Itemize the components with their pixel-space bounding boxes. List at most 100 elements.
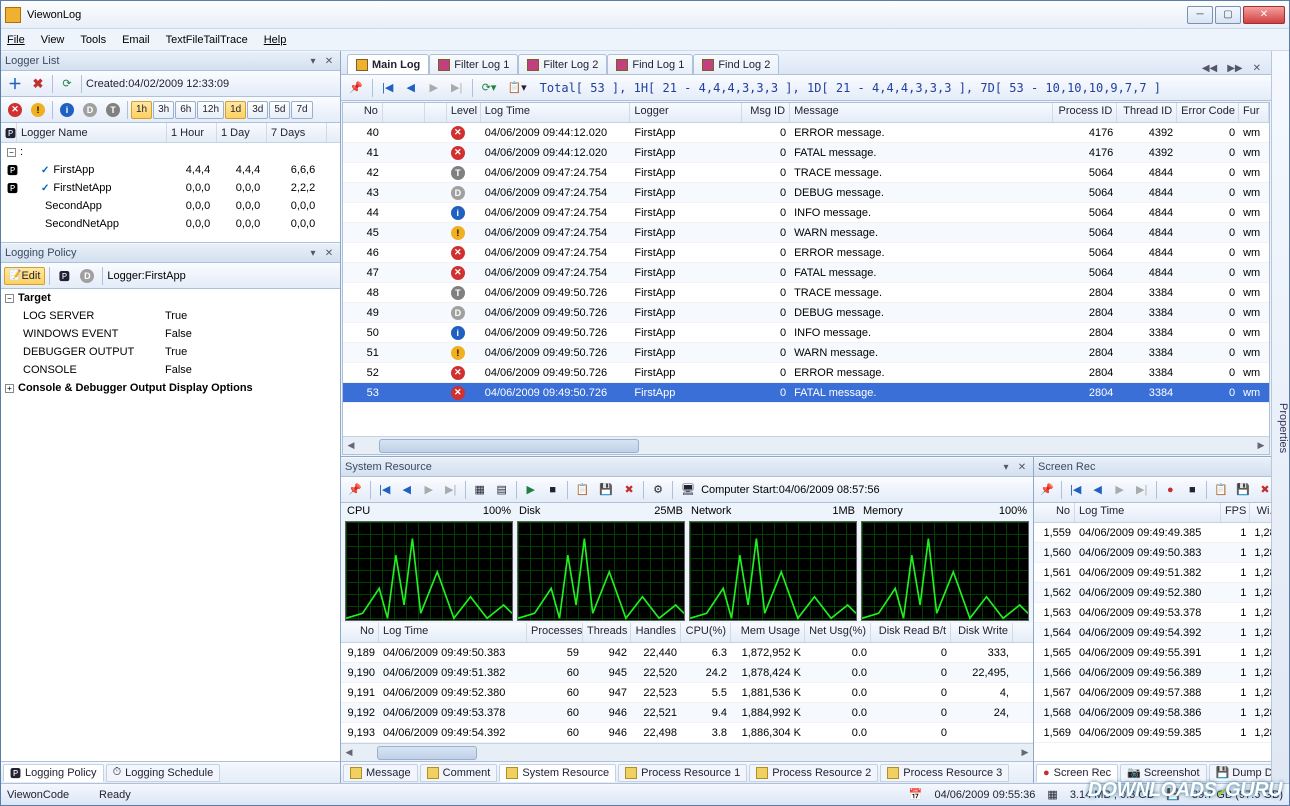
screenrec-tab[interactable]: ● Screen Rec: [1036, 764, 1118, 782]
log-row[interactable]: 40✕04/06/2009 09:44:12.020FirstApp0ERROR…: [343, 123, 1269, 143]
sysres-tab[interactable]: System Resource: [499, 764, 616, 782]
filter-warn-icon[interactable]: !: [27, 100, 49, 120]
log-row[interactable]: 53✕04/06/2009 09:49:50.726FirstApp0FATAL…: [343, 383, 1269, 403]
menu-tools[interactable]: Tools: [80, 34, 106, 46]
tab-logging-schedule[interactable]: ⏱Logging Schedule: [106, 764, 221, 782]
nav-last-icon[interactable]: ▶|: [441, 480, 461, 500]
col-no[interactable]: No: [343, 103, 383, 122]
time-pill-7d[interactable]: 7d: [291, 101, 312, 119]
refresh-icon[interactable]: ⟳▾: [478, 78, 501, 98]
nav-last-icon[interactable]: ▶|: [1132, 480, 1152, 500]
col-1hour[interactable]: 1 Hour: [167, 123, 217, 142]
log-row[interactable]: 42T04/06/2009 09:47:24.754FirstApp0TRACE…: [343, 163, 1269, 183]
screenrec-row[interactable]: 1,56904/06/2009 09:49:59.38511,280720: [1034, 723, 1271, 743]
screenrec-row[interactable]: 1,56204/06/2009 09:49:52.38011,280720: [1034, 583, 1271, 603]
panel-close-icon[interactable]: ✕: [322, 54, 336, 68]
menu-file[interactable]: File: [7, 34, 25, 46]
menu-help[interactable]: Help: [264, 34, 287, 46]
col-7days[interactable]: 7 Days: [267, 123, 327, 142]
tab-nav-left-icon[interactable]: ◀◀: [1198, 63, 1221, 74]
nav-first-icon[interactable]: |◀: [1066, 480, 1086, 500]
policy-target-header[interactable]: − Target: [1, 289, 340, 307]
time-pill-5d[interactable]: 5d: [269, 101, 290, 119]
logger-row[interactable]: SecondNetApp0,0,00,0,00,0,0: [1, 215, 340, 233]
policy-row[interactable]: LOG SERVERTrue: [1, 307, 340, 325]
settings-icon[interactable]: ⚙: [648, 480, 668, 500]
nav-last-icon[interactable]: ▶|: [447, 78, 467, 98]
nav-first-icon[interactable]: |◀: [375, 480, 395, 500]
log-row[interactable]: 47✕04/06/2009 09:47:24.754FirstApp0FATAL…: [343, 263, 1269, 283]
screenrec-row[interactable]: 1,55904/06/2009 09:49:49.38511,280720: [1034, 523, 1271, 543]
copy-icon[interactable]: 📋: [572, 480, 594, 500]
save-icon[interactable]: 💾: [595, 480, 617, 500]
pin-icon[interactable]: ▾: [306, 246, 320, 260]
logger-row[interactable]: 🅿✓FirstNetApp0,0,00,0,02,2,2: [1, 179, 340, 197]
sysres-tab[interactable]: Process Resource 2: [749, 764, 878, 782]
refresh-button[interactable]: ⟳: [57, 74, 77, 94]
col-logtime[interactable]: Log Time: [481, 103, 631, 122]
nav-first-icon[interactable]: |◀: [378, 78, 398, 98]
col-1day[interactable]: 1 Day: [217, 123, 267, 142]
logger-row[interactable]: SecondApp0,0,00,0,00,0,0: [1, 197, 340, 215]
sysres-tab[interactable]: Process Resource 3: [880, 764, 1009, 782]
filter-debug-icon[interactable]: D: [79, 100, 101, 120]
screenrec-row[interactable]: 1,56104/06/2009 09:49:51.38211,280720: [1034, 563, 1271, 583]
menu-texttail[interactable]: TextFileTailTrace: [166, 34, 248, 46]
col-errorcode[interactable]: Error Code: [1177, 103, 1239, 122]
screenrec-row[interactable]: 1,56404/06/2009 09:49:54.39211,280720: [1034, 623, 1271, 643]
sysres-row[interactable]: 9,19004/06/2009 09:49:51.3826094522,5202…: [341, 663, 1033, 683]
nav-next-icon[interactable]: ▶: [1110, 480, 1130, 500]
maximize-button[interactable]: ▢: [1215, 6, 1241, 24]
policy-row[interactable]: DEBUGGER OUTPUTTrue: [1, 343, 340, 361]
log-row[interactable]: 43D04/06/2009 09:47:24.754FirstApp0DEBUG…: [343, 183, 1269, 203]
minimize-button[interactable]: ─: [1187, 6, 1213, 24]
screenrec-row[interactable]: 1,56704/06/2009 09:49:57.38811,280720: [1034, 683, 1271, 703]
screenrec-row[interactable]: 1,56604/06/2009 09:49:56.38911,280720: [1034, 663, 1271, 683]
policy-options-header[interactable]: + Console & Debugger Output Display Opti…: [1, 379, 340, 397]
screenrec-tab[interactable]: 📷 Screenshot: [1120, 764, 1206, 782]
tree-root[interactable]: − :: [1, 143, 340, 161]
save-icon[interactable]: 💾: [1233, 480, 1253, 500]
log-grid-body[interactable]: 40✕04/06/2009 09:44:12.020FirstApp0ERROR…: [343, 123, 1269, 436]
nav-prev-icon[interactable]: ◀: [397, 480, 417, 500]
col-threadid[interactable]: Thread ID: [1117, 103, 1177, 122]
filter-error-icon[interactable]: ✕: [4, 100, 26, 120]
log-row[interactable]: 46✕04/06/2009 09:47:24.754FirstApp0ERROR…: [343, 243, 1269, 263]
panel-close-icon[interactable]: ✕: [322, 246, 336, 260]
log-tab[interactable]: Find Log 1: [607, 54, 693, 74]
screenrec-row[interactable]: 1,56504/06/2009 09:49:55.39111,280720: [1034, 643, 1271, 663]
log-row[interactable]: 48T04/06/2009 09:49:50.726FirstApp0TRACE…: [343, 283, 1269, 303]
log-row[interactable]: 52✕04/06/2009 09:49:50.726FirstApp0ERROR…: [343, 363, 1269, 383]
copy-icon[interactable]: 📋▾: [503, 78, 530, 98]
remove-logger-button[interactable]: ✖: [28, 74, 48, 94]
policy-flag-icon[interactable]: 🅿: [54, 266, 74, 286]
log-tab[interactable]: Filter Log 2: [518, 54, 607, 74]
log-row[interactable]: 50i04/06/2009 09:49:50.726FirstApp0INFO …: [343, 323, 1269, 343]
delete-icon[interactable]: ✖: [1255, 480, 1271, 500]
sysres-row[interactable]: 9,19304/06/2009 09:49:54.3926094622,4983…: [341, 723, 1033, 743]
sysres-hscrollbar[interactable]: ◀▶: [341, 743, 1033, 761]
log-row[interactable]: 44i04/06/2009 09:47:24.754FirstApp0INFO …: [343, 203, 1269, 223]
edit-button[interactable]: 📝Edit: [4, 267, 45, 285]
menu-email[interactable]: Email: [122, 34, 150, 46]
sysres-tab[interactable]: Comment: [420, 764, 498, 782]
play-icon[interactable]: ▶: [521, 480, 541, 500]
log-tab[interactable]: Find Log 2: [693, 54, 779, 74]
monitor-icon[interactable]: 🖥: [677, 480, 699, 500]
tab-nav-right-icon[interactable]: ▶▶: [1223, 63, 1246, 74]
sysres-tab[interactable]: Process Resource 1: [618, 764, 747, 782]
nav-prev-icon[interactable]: ◀: [1088, 480, 1108, 500]
tab-logging-policy[interactable]: 🅿Logging Policy: [3, 764, 104, 782]
filter-trace-icon[interactable]: T: [102, 100, 124, 120]
pin-icon[interactable]: ▾: [999, 460, 1013, 474]
col-level[interactable]: Level: [447, 103, 481, 122]
col-message[interactable]: Message: [790, 103, 1053, 122]
col-logger[interactable]: Logger: [630, 103, 742, 122]
tab-close-icon[interactable]: ✕: [1249, 63, 1265, 74]
nav-next-icon[interactable]: ▶: [424, 78, 444, 98]
time-pill-1d[interactable]: 1d: [225, 101, 246, 119]
stop-icon[interactable]: ■: [543, 480, 563, 500]
add-logger-button[interactable]: ＋: [4, 74, 26, 94]
properties-strip[interactable]: Properties: [1271, 51, 1289, 783]
sysres-row[interactable]: 9,19104/06/2009 09:49:52.3806094722,5235…: [341, 683, 1033, 703]
